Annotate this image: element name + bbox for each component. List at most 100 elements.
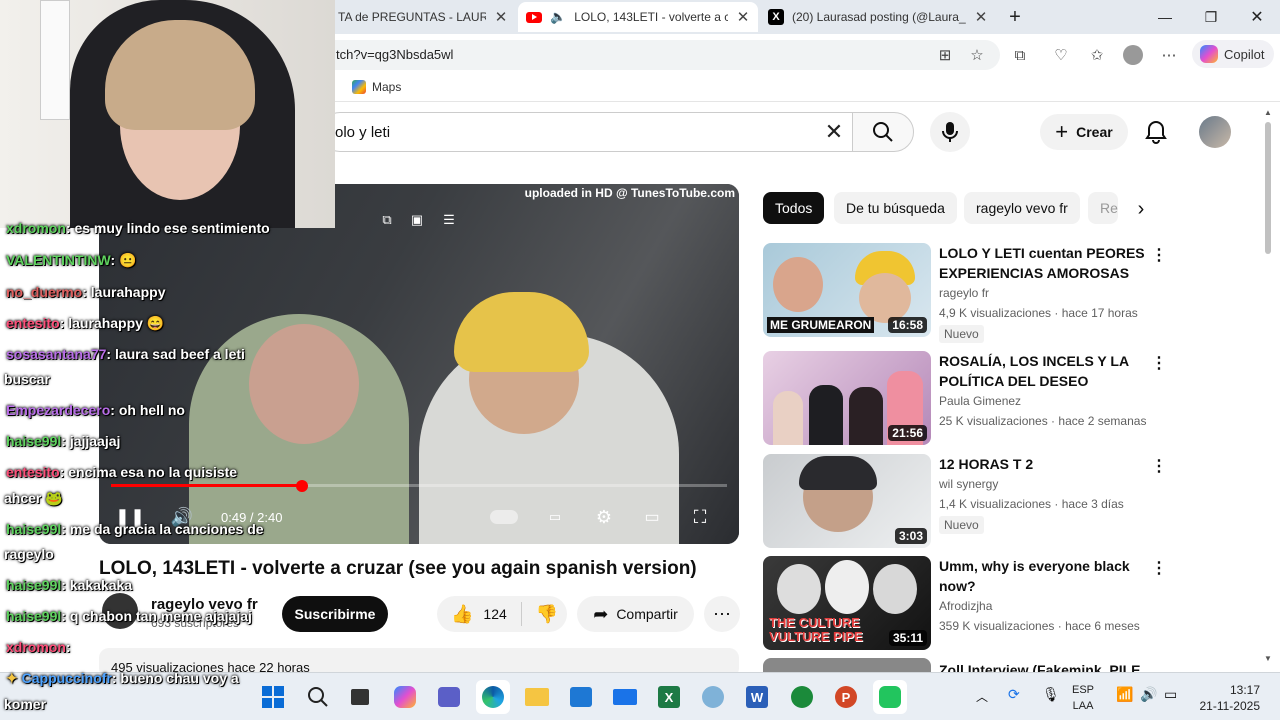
tray-chevron-icon[interactable]: ︿ xyxy=(976,688,988,705)
chips-next-icon[interactable]: › xyxy=(1128,196,1154,222)
scroll-down-icon[interactable]: ▼ xyxy=(1264,654,1272,663)
edge-icon[interactable] xyxy=(476,680,510,714)
duration-badge: 16:58 xyxy=(888,317,927,333)
profile-icon[interactable] xyxy=(1120,42,1146,68)
volume-tray-icon[interactable]: 🔊 xyxy=(1140,686,1157,703)
chip-todos[interactable]: Todos xyxy=(763,192,825,224)
close-tab-icon[interactable]: ✕ xyxy=(974,8,988,26)
scrollbar-thumb[interactable] xyxy=(1265,122,1271,254)
tab-title: TA de PREGUNTAS - LAURA S xyxy=(338,10,486,24)
scrubber-handle[interactable] xyxy=(296,480,308,492)
rec-item[interactable]: 21:56 ROSALÍA, LOS INCELS Y LA POLÍTICA … xyxy=(763,351,1253,447)
app-green-icon[interactable] xyxy=(873,680,907,714)
copilot-button[interactable]: Copilot xyxy=(1192,40,1274,68)
share-button[interactable]: ➦ Compartir xyxy=(577,596,694,632)
settings-more-icon[interactable]: ⋯ xyxy=(1156,42,1182,68)
tray-sync-icon[interactable]: ⟳ xyxy=(1008,686,1020,703)
taskbar-search-icon[interactable] xyxy=(301,680,335,714)
favorite-star-icon[interactable]: ☆ xyxy=(964,42,990,68)
browser-essentials-icon[interactable]: ♡ xyxy=(1048,42,1074,68)
rec-item[interactable]: 3:03 12 HORAS T 2 wil synergy 1,4 K visu… xyxy=(763,454,1253,550)
autoplay-icon[interactable]: ▣ xyxy=(405,208,429,232)
favorites-icon[interactable]: ✩ xyxy=(1084,42,1110,68)
clear-search-icon[interactable]: ✕ xyxy=(820,118,848,146)
rec-thumbnail[interactable] xyxy=(763,658,931,672)
chat-message: rageylo xyxy=(4,546,54,562)
start-windows-icon[interactable] xyxy=(256,680,290,714)
miniplayer-icon[interactable]: ⧉ xyxy=(375,208,399,232)
settings-gear-icon[interactable]: ⚙ xyxy=(589,502,619,532)
notifications-button[interactable] xyxy=(1142,118,1170,146)
tray-mic-icon[interactable]: 🎙 xyxy=(1042,686,1060,703)
xbox-icon[interactable] xyxy=(785,680,819,714)
input-language[interactable]: ESP LAA xyxy=(1072,682,1094,714)
tab-twitter[interactable]: X (20) Laurasad posting (@Laura_sa ✕ xyxy=(760,2,996,32)
create-button[interactable]: + Crear xyxy=(1040,114,1128,150)
mail-icon[interactable] xyxy=(608,680,642,714)
new-tab-button[interactable]: + xyxy=(998,0,1032,34)
chip-rageylo-vevo-fr[interactable]: rageylo vevo fr xyxy=(964,192,1080,224)
rec-menu-icon[interactable]: ⋮ xyxy=(1151,456,1167,476)
lang-code: ESP xyxy=(1072,684,1095,696)
battery-icon[interactable]: ▭ xyxy=(1164,686,1177,703)
bookmark-maps[interactable]: Maps xyxy=(352,80,401,94)
like-button[interactable]: 👍 124 xyxy=(437,602,522,626)
subscribe-button[interactable]: Suscribirme xyxy=(282,596,388,632)
wifi-icon[interactable]: 📶 xyxy=(1116,686,1133,703)
rec-menu-icon[interactable]: ⋮ xyxy=(1151,245,1167,265)
speaker-icon[interactable]: 🔈 xyxy=(550,9,566,25)
microphone-icon xyxy=(942,122,958,142)
app-available-icon[interactable]: ⊞ xyxy=(932,42,958,68)
minimize-icon[interactable]: — xyxy=(1142,0,1188,34)
rec-menu-icon[interactable]: ⋮ xyxy=(1151,353,1167,373)
account-avatar[interactable] xyxy=(1199,116,1231,148)
theater-mode-icon[interactable]: ▭ xyxy=(637,502,667,532)
video-watermark: uploaded in HD @ TunesToTube.com xyxy=(524,186,735,200)
fullscreen-icon[interactable]: ⛶ xyxy=(685,502,715,532)
app-icon[interactable] xyxy=(696,680,730,714)
excel-icon[interactable]: X xyxy=(652,680,686,714)
rec-item[interactable]: Zoll Interview (Fakemink, PILE xyxy=(763,658,1253,672)
rec-thumbnail[interactable]: 21:56 xyxy=(763,351,931,445)
chat-line: haise99l: kakakaka xyxy=(6,577,132,593)
chip-re[interactable]: Re xyxy=(1088,192,1118,224)
chip-de-tu-busqueda[interactable]: De tu búsqueda xyxy=(834,192,957,224)
rec-item[interactable]: ME GRUMEARON 16:58 LOLO Y LETI cuentan P… xyxy=(763,243,1253,343)
voice-search-button[interactable] xyxy=(930,112,970,152)
close-tab-icon[interactable]: ✕ xyxy=(736,8,750,26)
extensions-icon[interactable]: ⧉ xyxy=(1007,42,1033,68)
more-actions-button[interactable]: ⋯ xyxy=(704,596,740,632)
word-icon[interactable]: W xyxy=(740,680,774,714)
tab-preguntas[interactable]: TA de PREGUNTAS - LAURA S ✕ xyxy=(330,2,516,32)
queue-icon[interactable]: ☰ xyxy=(437,208,461,232)
file-explorer-icon[interactable] xyxy=(520,680,554,714)
thumb-caption: ME GRUMEARON xyxy=(767,317,875,333)
task-view-icon[interactable] xyxy=(343,680,377,714)
rec-thumbnail[interactable]: ME GRUMEARON 16:58 xyxy=(763,243,931,337)
video-player[interactable]: uploaded in HD @ TunesToTube.com ⧉ ▣ ☰ ❚… xyxy=(99,184,739,544)
rec-menu-icon[interactable]: ⋮ xyxy=(1151,558,1167,578)
close-tab-icon[interactable]: ✕ xyxy=(494,8,508,26)
dislike-button[interactable]: 👎 xyxy=(522,604,572,625)
chat-username: Cappuccinofr xyxy=(21,670,112,686)
teams-icon[interactable] xyxy=(432,680,466,714)
tab-youtube-active[interactable]: 🔈 LOLO, 143LETI - volverte a cr ✕ xyxy=(518,2,758,32)
rec-thumbnail[interactable]: 3:03 xyxy=(763,454,931,548)
url-field[interactable]: tch?v=qg3Nbsda5wl xyxy=(320,40,1000,70)
scroll-up-icon[interactable]: ▲ xyxy=(1264,108,1272,117)
system-clock[interactable]: 13:17 21-11-2025 xyxy=(1196,682,1261,714)
autoplay-toggle[interactable] xyxy=(489,506,519,528)
subtitles-icon[interactable]: ▭ xyxy=(541,504,569,530)
search-button[interactable] xyxy=(852,112,914,152)
copilot-app-icon[interactable] xyxy=(388,680,422,714)
chat-line: rageylo xyxy=(4,546,54,562)
search-input[interactable]: olo y leti xyxy=(320,112,852,152)
restore-icon[interactable]: ❐ xyxy=(1188,0,1234,34)
close-window-icon[interactable]: ✕ xyxy=(1234,0,1280,34)
rec-title: 12 HORAS T 2 xyxy=(939,456,1034,472)
powerpoint-icon[interactable]: P xyxy=(829,680,863,714)
store-icon[interactable] xyxy=(564,680,598,714)
rec-thumbnail[interactable]: THE CULTURE VULTURE PIPE 35:11 xyxy=(763,556,931,650)
video-person-left-head xyxy=(249,324,359,444)
rec-item[interactable]: THE CULTURE VULTURE PIPE 35:11 Umm, why … xyxy=(763,556,1253,652)
